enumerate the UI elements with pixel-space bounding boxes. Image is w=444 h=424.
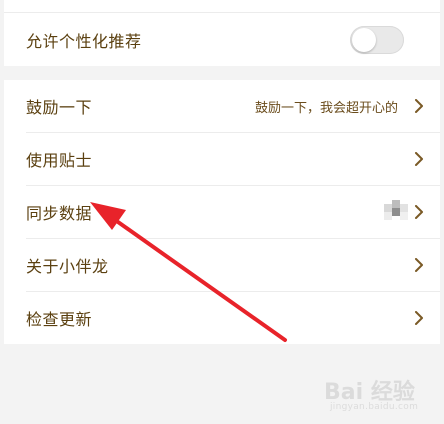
settings-screen: 允许个性化推荐 鼓励一下 鼓励一下，我会超开心的 使用贴士 同步数据 关于小伴龙… xyxy=(0,0,444,424)
settings-list-card: 鼓励一下 鼓励一下，我会超开心的 使用贴士 同步数据 关于小伴龙 检查更新 xyxy=(4,80,440,344)
settings-item-label: 同步数据 xyxy=(26,204,93,223)
chevron-right-icon xyxy=(415,258,423,272)
chevron-right-icon xyxy=(415,311,423,325)
settings-item-label: 关于小伴龙 xyxy=(26,257,109,276)
settings-item-label: 检查更新 xyxy=(26,310,93,329)
settings-item-encourage[interactable]: 鼓励一下 鼓励一下，我会超开心的 xyxy=(4,80,440,132)
settings-item-sync[interactable]: 同步数据 xyxy=(4,186,440,238)
baidu-jingyan-watermark: Bai 经验 jingyan.baidu.com xyxy=(320,370,430,416)
settings-item-label: 鼓励一下 xyxy=(26,98,93,117)
settings-item-tips[interactable]: 使用贴士 xyxy=(4,133,440,185)
settings-item-label: 使用贴士 xyxy=(26,151,93,170)
settings-item-value: 鼓励一下，我会超开心的 xyxy=(254,100,398,116)
watermark-sub-text: jingyan.baidu.com xyxy=(330,402,419,412)
settings-item-update[interactable]: 检查更新 xyxy=(4,292,440,344)
toggle-knob xyxy=(352,28,376,52)
settings-item-about[interactable]: 关于小伴龙 xyxy=(4,239,440,291)
personalized-recommendation-row: 允许个性化推荐 xyxy=(4,14,440,66)
chevron-right-icon xyxy=(415,205,423,219)
divider xyxy=(4,12,440,13)
chevron-right-icon xyxy=(415,152,423,166)
privacy-settings-card: 允许个性化推荐 xyxy=(4,0,440,66)
personalized-recommendation-toggle[interactable] xyxy=(350,26,404,54)
chevron-right-icon xyxy=(415,99,423,113)
blurred-status xyxy=(384,200,410,222)
personalized-recommendation-label: 允许个性化推荐 xyxy=(26,32,142,51)
